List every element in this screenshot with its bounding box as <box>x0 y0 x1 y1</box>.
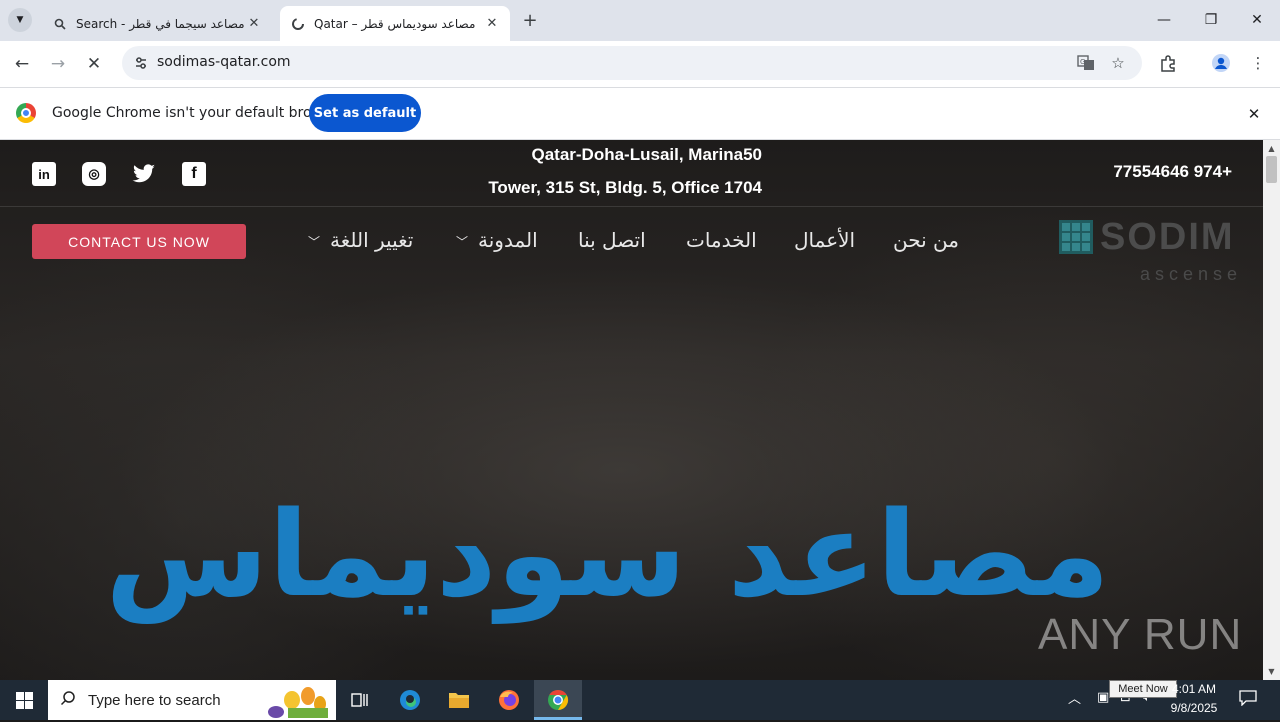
clock-time[interactable]: 4:01 AM <box>1168 682 1220 696</box>
page-scrollbar[interactable] <box>1263 140 1280 680</box>
linkedin-icon[interactable]: in <box>32 162 56 186</box>
forward-button[interactable]: → <box>43 49 73 79</box>
profile-icon[interactable] <box>1210 52 1232 74</box>
close-tab-icon[interactable]: ✕ <box>246 16 262 31</box>
tab-search-button[interactable]: ▼ <box>8 8 32 32</box>
nav-about[interactable]: من نحن <box>893 228 959 252</box>
set-as-default-button[interactable]: Set as default <box>309 94 421 132</box>
twitter-icon[interactable] <box>132 162 156 186</box>
meet-now-icon[interactable]: ▣ <box>1097 690 1109 705</box>
translate-icon[interactable]: G <box>1075 52 1097 74</box>
header-divider <box>0 206 1263 207</box>
more-menu-icon[interactable]: ⋮ <box>1247 52 1269 74</box>
minimize-icon: — <box>1157 12 1171 28</box>
stop-button[interactable]: ✕ <box>79 49 109 79</box>
contact-us-button[interactable]: CONTACT US NOW <box>32 224 246 259</box>
plus-icon: + <box>522 9 538 31</box>
chevron-down-icon: ﹀ <box>456 235 469 249</box>
nav-language[interactable]: تغيير اللغة <box>330 228 413 252</box>
start-button[interactable] <box>0 680 48 720</box>
sodimas-logo-icon[interactable] <box>1059 220 1093 254</box>
nav-blog[interactable]: المدونة <box>478 228 538 252</box>
search-highlight-flowers-icon <box>262 682 334 718</box>
minimize-button[interactable]: — <box>1141 6 1187 34</box>
nav-services[interactable]: الخدمات <box>686 228 757 252</box>
show-hidden-icons-icon[interactable]: ︿ <box>1068 688 1081 707</box>
scroll-thumb[interactable] <box>1266 156 1277 183</box>
nav-contact[interactable]: اتصل بنا <box>578 228 646 252</box>
search-icon <box>60 690 84 710</box>
loading-spinner-icon <box>290 16 306 32</box>
bookmark-star-icon[interactable]: ☆ <box>1107 52 1129 74</box>
site-info-icon[interactable] <box>131 53 151 73</box>
task-view-icon[interactable] <box>340 684 380 716</box>
notification-icon[interactable] <box>1236 686 1260 710</box>
chevron-down-icon: ﹀ <box>308 235 321 249</box>
logo-subtitle: ascense <box>1140 264 1243 284</box>
chevron-down-icon: ▼ <box>16 15 24 25</box>
nav-works[interactable]: الأعمال <box>794 228 855 252</box>
file-explorer-icon[interactable] <box>439 684 479 716</box>
search-icon <box>52 16 68 32</box>
svg-text:G: G <box>1080 58 1085 66</box>
close-infobar-icon[interactable]: ✕ <box>1242 102 1266 126</box>
close-icon: ✕ <box>1251 12 1263 28</box>
forward-arrow-icon: → <box>50 54 66 74</box>
instagram-icon[interactable]: ◎ <box>82 162 106 186</box>
infobar-message: Google Chrome isn't your default browser <box>52 105 345 121</box>
tab-title: Qatar – مصاعد سوديماس قطر <box>314 16 476 31</box>
new-tab-button[interactable]: + <box>518 8 542 32</box>
close-tab-icon[interactable]: ✕ <box>484 16 500 31</box>
close-window-button[interactable]: ✕ <box>1234 6 1280 34</box>
logo-text[interactable]: SODIM <box>1100 216 1235 259</box>
anyrun-watermark: ANY RUN <box>1038 610 1243 659</box>
scroll-up-icon[interactable]: ▲ <box>1263 141 1280 155</box>
address-line-2: Tower, 315 St, Bldg. 5, Office 1704 <box>488 178 762 197</box>
url-text[interactable]: sodimas-qatar.com <box>157 54 291 70</box>
tab-search[interactable]: Search - مصاعد سيجما في قطر ✕ <box>42 6 272 41</box>
phone-number[interactable]: 77554646 974+ <box>1080 162 1232 182</box>
tab-title: Search - مصاعد سيجما في قطر <box>76 16 245 31</box>
website-viewport: in ◎ f Qatar-Doha-Lusail, Marina50 Tower… <box>0 140 1263 680</box>
facebook-icon[interactable]: f <box>182 162 206 186</box>
meet-now-tooltip: Meet Now <box>1109 680 1177 698</box>
extensions-icon[interactable] <box>1157 52 1179 74</box>
scroll-down-icon[interactable]: ▼ <box>1263 664 1280 678</box>
windows-logo-icon <box>15 691 33 709</box>
restore-icon: ❐ <box>1204 12 1218 28</box>
stop-loading-icon: ✕ <box>86 54 102 74</box>
back-arrow-icon: ← <box>14 54 30 74</box>
search-placeholder: Type here to search <box>88 691 221 709</box>
chrome-logo-icon <box>16 103 36 123</box>
address-line-1: Qatar-Doha-Lusail, Marina50 <box>531 145 762 164</box>
chrome-icon[interactable] <box>538 684 578 716</box>
back-button[interactable]: ← <box>7 49 37 79</box>
restore-button[interactable]: ❐ <box>1188 6 1234 34</box>
hero-title: مصاعد سوديماس <box>105 485 1110 623</box>
firefox-icon[interactable] <box>489 684 529 716</box>
clock-date[interactable]: 9/8/2025 <box>1166 701 1222 715</box>
edge-icon[interactable] <box>390 684 430 716</box>
tab-sodimas[interactable]: Qatar – مصاعد سوديماس قطر ✕ <box>280 6 510 41</box>
